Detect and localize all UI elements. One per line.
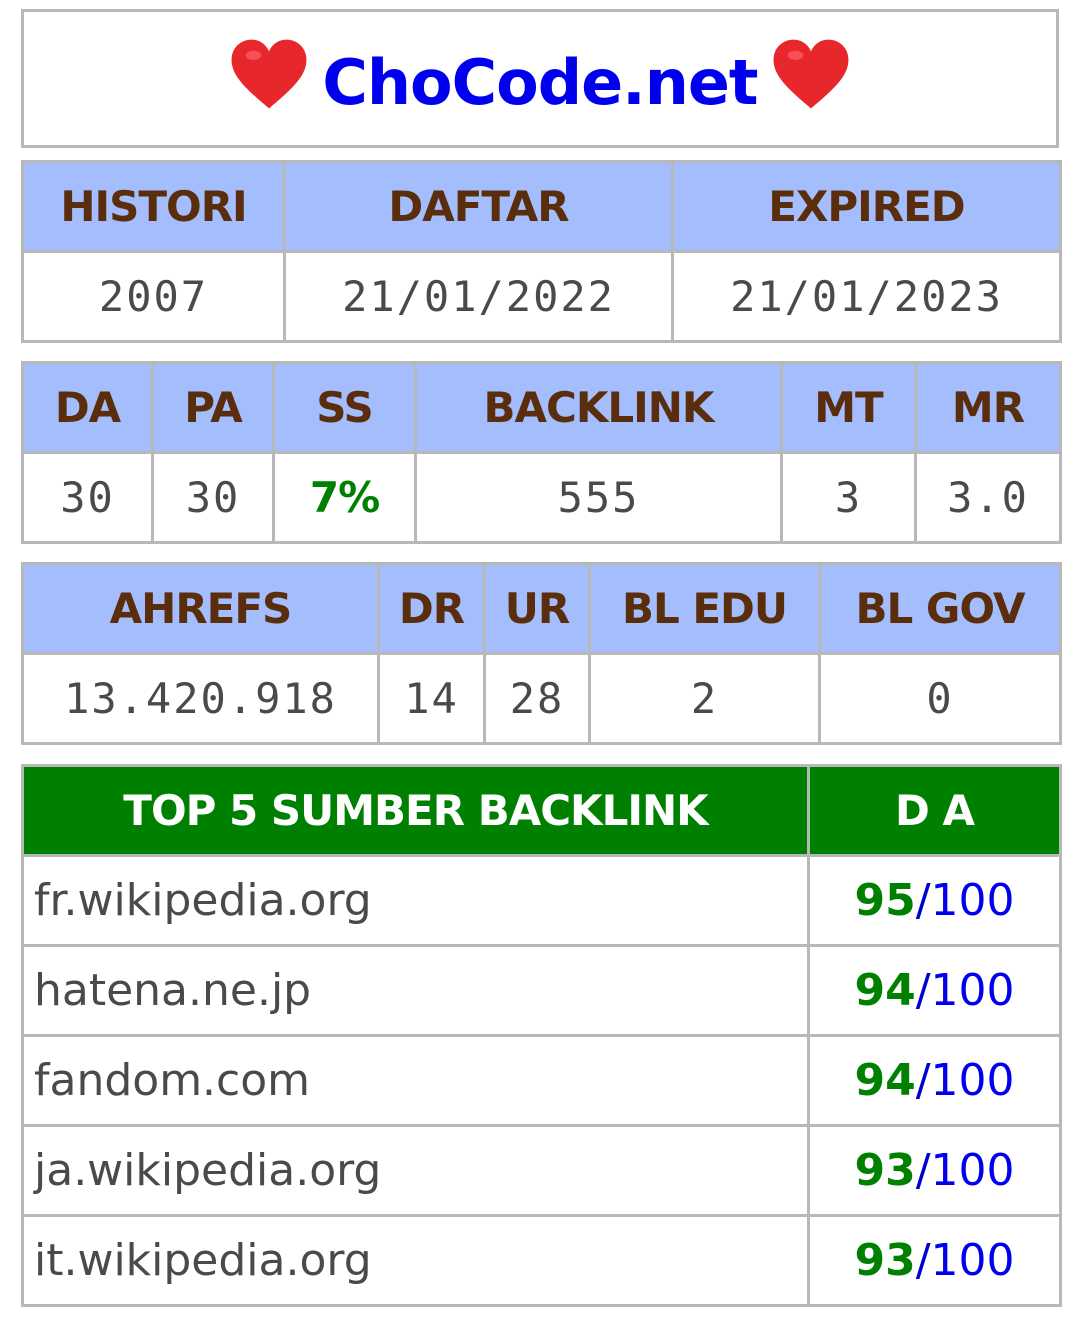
table-row: hatena.ne.jp 94/100 (21, 944, 1062, 1037)
header-bl-gov: BL GOV (818, 562, 1062, 655)
score-separator: / (915, 1055, 931, 1106)
backlink-score: 95/100 (807, 854, 1062, 947)
value-ur: 28 (483, 652, 591, 745)
value-da: 30 (21, 451, 154, 544)
header-backlink: BACKLINK (414, 361, 783, 454)
value-mr: 3.0 (914, 451, 1062, 544)
score-separator: / (915, 1235, 931, 1286)
score-separator: / (915, 965, 931, 1016)
value-ahrefs: 13.420.918 (21, 652, 380, 745)
domain-dates-table: HISTORI DAFTAR EXPIRED 2007 21/01/2022 2… (21, 160, 1062, 343)
score-separator: / (915, 875, 931, 926)
backlink-domain[interactable]: hatena.ne.jp (21, 944, 810, 1037)
backlink-max: 100 (930, 1145, 1015, 1196)
backlink-da: 95 (854, 875, 916, 926)
header-mt: MT (780, 361, 917, 454)
header-pa: PA (151, 361, 275, 454)
moz-metrics-table: DA PA SS BACKLINK MT MR 30 30 7% 555 3 3… (21, 361, 1062, 544)
value-bl-edu: 2 (588, 652, 821, 745)
header-bl-edu: BL EDU (588, 562, 821, 655)
heart-icon (773, 39, 849, 109)
heart-icon (231, 39, 307, 109)
header-expired: EXPIRED (671, 160, 1062, 253)
header-ur: UR (483, 562, 591, 655)
backlink-max: 100 (930, 1055, 1015, 1106)
top-backlinks-table: TOP 5 SUMBER BACKLINK D A fr.wikipedia.o… (21, 764, 1062, 1307)
header-da-score: D A (807, 764, 1062, 857)
header-da: DA (21, 361, 154, 454)
backlink-da: 93 (854, 1145, 916, 1196)
backlink-score: 93/100 (807, 1124, 1062, 1217)
site-title-cell: ChoCode.net (21, 9, 1059, 148)
backlink-domain[interactable]: it.wikipedia.org (21, 1214, 810, 1307)
site-title-table: ChoCode.net (21, 9, 1059, 148)
header-histori: HISTORI (21, 160, 286, 253)
value-histori: 2007 (21, 250, 286, 343)
backlink-da: 94 (854, 965, 916, 1016)
backlink-domain[interactable]: fandom.com (21, 1034, 810, 1127)
backlink-domain[interactable]: fr.wikipedia.org (21, 854, 810, 947)
table-row: fandom.com 94/100 (21, 1034, 1062, 1127)
backlink-da: 94 (854, 1055, 916, 1106)
value-mt: 3 (780, 451, 917, 544)
header-dr: DR (377, 562, 486, 655)
header-ahrefs: AHREFS (21, 562, 380, 655)
value-bl-gov: 0 (818, 652, 1062, 745)
table-row: ja.wikipedia.org 93/100 (21, 1124, 1062, 1217)
backlink-da: 93 (854, 1235, 916, 1286)
value-pa: 30 (151, 451, 275, 544)
table-row: fr.wikipedia.org 95/100 (21, 854, 1062, 947)
header-mr: MR (914, 361, 1062, 454)
backlink-max: 100 (930, 875, 1015, 926)
backlink-domain[interactable]: ja.wikipedia.org (21, 1124, 810, 1217)
value-expired: 21/01/2023 (671, 250, 1062, 343)
header-daftar: DAFTAR (283, 160, 674, 253)
header-top-backlinks: TOP 5 SUMBER BACKLINK (21, 764, 810, 857)
value-backlink: 555 (414, 451, 783, 544)
backlink-max: 100 (930, 1235, 1015, 1286)
value-ss: 7% (272, 451, 417, 544)
header-ss: SS (272, 361, 417, 454)
ahrefs-metrics-table: AHREFS DR UR BL EDU BL GOV 13.420.918 14… (21, 562, 1062, 745)
backlink-max: 100 (930, 965, 1015, 1016)
backlink-score: 93/100 (807, 1214, 1062, 1307)
value-daftar: 21/01/2022 (283, 250, 674, 343)
value-dr: 14 (377, 652, 486, 745)
backlink-score: 94/100 (807, 944, 1062, 1037)
score-separator: / (915, 1145, 931, 1196)
backlink-score: 94/100 (807, 1034, 1062, 1127)
site-title[interactable]: ChoCode.net (322, 46, 758, 119)
table-row: it.wikipedia.org 93/100 (21, 1214, 1062, 1307)
